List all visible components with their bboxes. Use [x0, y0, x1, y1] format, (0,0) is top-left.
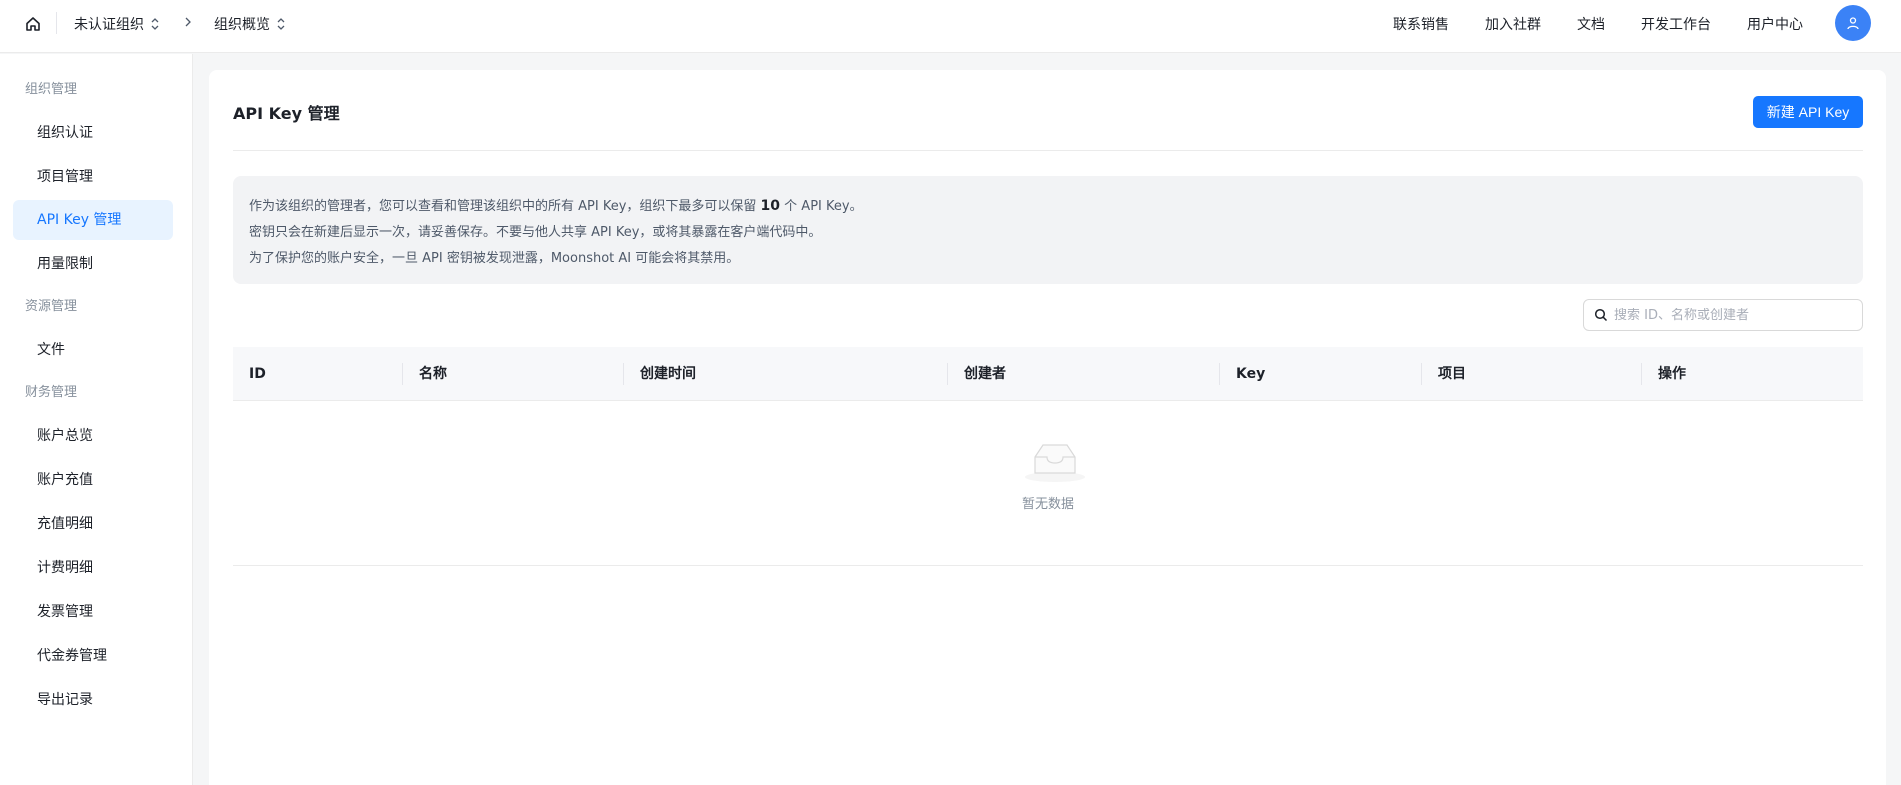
nav-dev-console[interactable]: 开发工作台 [1641, 13, 1711, 35]
notice-text: 个 API Key。 [780, 199, 863, 214]
sidebar-item-export-records[interactable]: 导出记录 [13, 680, 173, 720]
divider [233, 150, 1863, 151]
notice-line-1: 作为该组织的管理者，您可以查看和管理该组织中的所有 API Key，组织下最多可… [249, 193, 1847, 220]
sidebar-group-finance: 财务管理 [25, 385, 78, 400]
column-divider [1421, 363, 1422, 385]
sidebar-item-projects[interactable]: 项目管理 [13, 157, 173, 197]
table-empty-state: 暂无数据 [233, 401, 1863, 566]
sidebar-item-org-verification[interactable]: 组织认证 [13, 113, 173, 153]
column-actions: 操作 [1658, 366, 1686, 382]
sidebar-item-recharge-details[interactable]: 充值明细 [13, 504, 173, 544]
new-api-key-button[interactable]: 新建 API Key [1753, 96, 1863, 128]
column-divider [402, 363, 403, 385]
org-selector[interactable]: 未认证组织 [74, 13, 160, 35]
empty-text: 暂无数据 [1021, 497, 1074, 512]
column-divider [623, 363, 624, 385]
chevron-right-icon [183, 15, 193, 29]
nav-user-center[interactable]: 用户中心 [1747, 13, 1803, 35]
column-id: ID [249, 366, 266, 382]
column-creator: 创建者 [964, 366, 1006, 382]
sidebar-group-resources: 资源管理 [25, 299, 78, 314]
sidebar-item-files[interactable]: 文件 [13, 330, 173, 370]
sidebar-item-vouchers[interactable]: 代金券管理 [13, 636, 173, 676]
table-header: ID 名称 创建时间 创建者 Key 项目 操作 [233, 347, 1863, 401]
divider [56, 12, 57, 34]
org-name: 未认证组织 [74, 17, 144, 33]
page-title: API Key 管理 [233, 104, 340, 123]
notice-box: 作为该组织的管理者，您可以查看和管理该组织中的所有 API Key，组织下最多可… [233, 176, 1863, 284]
column-name: 名称 [419, 366, 447, 382]
column-project: 项目 [1438, 366, 1466, 382]
chevron-up-down-icon [150, 17, 160, 31]
notice-line-2: 密钥只会在新建后显示一次，请妥善保存。不要与他人共享 API Key，或将其暴露… [249, 225, 822, 240]
page-selector[interactable]: 组织概览 [214, 13, 286, 35]
inbox-empty-icon [1025, 444, 1085, 482]
sidebar-item-usage-limits[interactable]: 用量限制 [13, 244, 173, 284]
sidebar-item-api-keys[interactable]: API Key 管理 [13, 200, 173, 240]
notice-line-3: 为了保护您的账户安全，一旦 API 密钥被发现泄露，Moonshot AI 可能… [249, 251, 740, 266]
column-divider [1219, 363, 1220, 385]
notice-text: 作为该组织的管理者，您可以查看和管理该组织中的所有 API Key，组织下最多可… [249, 199, 761, 214]
sidebar-item-account-overview[interactable]: 账户总览 [13, 416, 173, 456]
home-icon[interactable] [22, 13, 44, 35]
column-key: Key [1236, 366, 1266, 382]
main-card: API Key 管理 新建 API Key 作为该组织的管理者，您可以查看和管理… [209, 70, 1886, 785]
chevron-up-down-icon [276, 17, 286, 31]
nav-contact-sales[interactable]: 联系销售 [1393, 13, 1449, 35]
nav-docs[interactable]: 文档 [1577, 13, 1605, 35]
sidebar: 组织管理 组织认证 项目管理 API Key 管理 用量限制 资源管理 文件 财… [0, 54, 193, 785]
page-name: 组织概览 [214, 17, 270, 33]
column-divider [1641, 363, 1642, 385]
sidebar-item-recharge[interactable]: 账户充值 [13, 460, 173, 500]
sidebar-item-billing-details[interactable]: 计费明细 [13, 548, 173, 588]
avatar[interactable] [1835, 5, 1871, 41]
top-bar: 未认证组织 组织概览 联系销售 加入社群 文档 开发工作台 用户中心 [0, 0, 1901, 53]
search-box[interactable] [1583, 299, 1863, 331]
column-divider [947, 363, 948, 385]
max-key-count: 10 [760, 198, 781, 214]
nav-join-community[interactable]: 加入社群 [1485, 13, 1541, 35]
search-input[interactable] [1614, 307, 1854, 323]
user-icon [1847, 17, 1859, 30]
sidebar-group-org: 组织管理 [25, 82, 78, 97]
column-created-at: 创建时间 [640, 366, 696, 382]
sidebar-item-invoices[interactable]: 发票管理 [13, 592, 173, 632]
search-icon [1594, 308, 1608, 322]
